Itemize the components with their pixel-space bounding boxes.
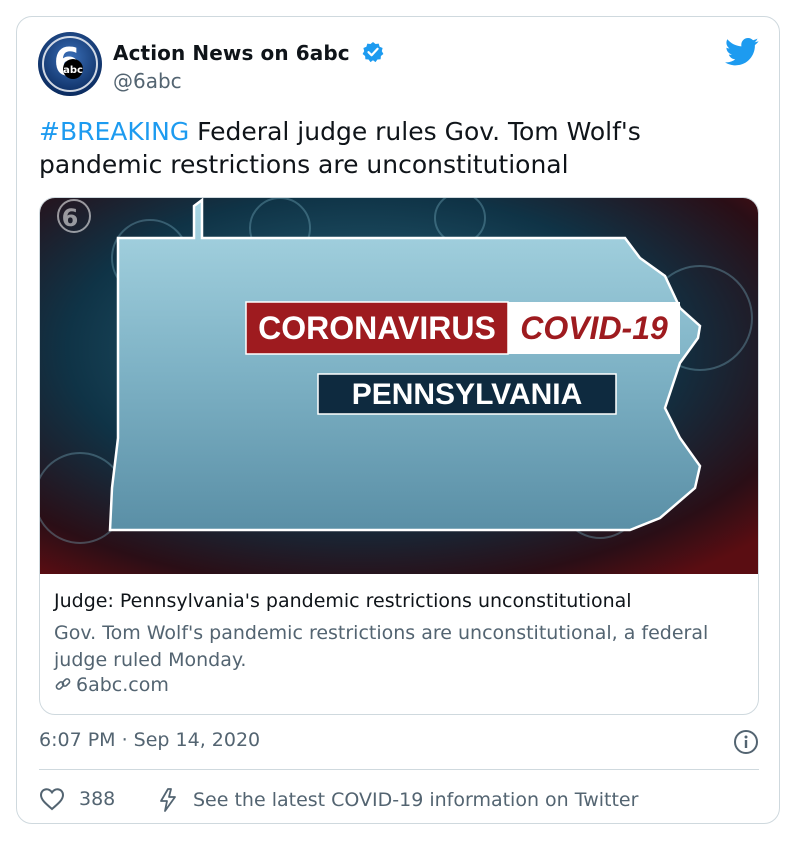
hashtag-link[interactable]: #BREAKING — [39, 117, 189, 146]
covid-info-link[interactable]: See the latest COVID-19 information on T… — [157, 787, 638, 813]
svg-text:6: 6 — [62, 204, 79, 232]
avatar-abc: abc — [63, 65, 83, 76]
info-icon[interactable] — [733, 729, 759, 755]
tweet-text: #BREAKING Federal judge rules Gov. Tom W… — [39, 115, 759, 181]
state-banner: PENNSYLVANIA — [317, 373, 617, 415]
coronavirus-banner: CORONAVIRUS COVID-19 — [245, 301, 680, 355]
banner-covid-text: COVID-19 — [520, 310, 668, 346]
twitter-bird-icon[interactable] — [725, 37, 759, 67]
lightning-icon — [160, 788, 176, 812]
heart-icon — [39, 788, 65, 811]
covid-info-text: See the latest COVID-19 information on T… — [193, 789, 639, 811]
divider — [39, 769, 759, 770]
like-count: 388 — [79, 788, 116, 810]
tweet-card: 6 abc Action News on 6abc @6abc #BREAKIN… — [16, 16, 780, 824]
tweet-timestamp[interactable]: 6:07 PM · Sep 14, 2020 — [39, 729, 260, 751]
card-image[interactable]: CORONAVIRUS COVID-19 PENNSYLVANIA 6 — [40, 198, 758, 574]
banner-coronavirus-text: CORONAVIRUS — [258, 310, 496, 346]
avatar[interactable]: 6 abc — [37, 31, 103, 97]
author-handle[interactable]: @6abc — [113, 69, 182, 93]
card-domain[interactable]: 6abc.com — [54, 674, 169, 696]
link-icon — [55, 678, 71, 690]
like-button[interactable]: 388 — [39, 787, 115, 811]
card-description: Gov. Tom Wolf's pandemic restrictions ar… — [54, 622, 709, 671]
banner-pennsylvania-text: PENNSYLVANIA — [352, 378, 583, 411]
link-card[interactable]: CORONAVIRUS COVID-19 PENNSYLVANIA 6 Judg… — [39, 197, 759, 715]
card-domain-text: 6abc.com — [76, 674, 169, 696]
verified-badge-icon — [362, 42, 384, 63]
author-name[interactable]: Action News on 6abc — [113, 41, 350, 65]
card-title[interactable]: Judge: Pennsylvania's pandemic restricti… — [54, 590, 632, 612]
